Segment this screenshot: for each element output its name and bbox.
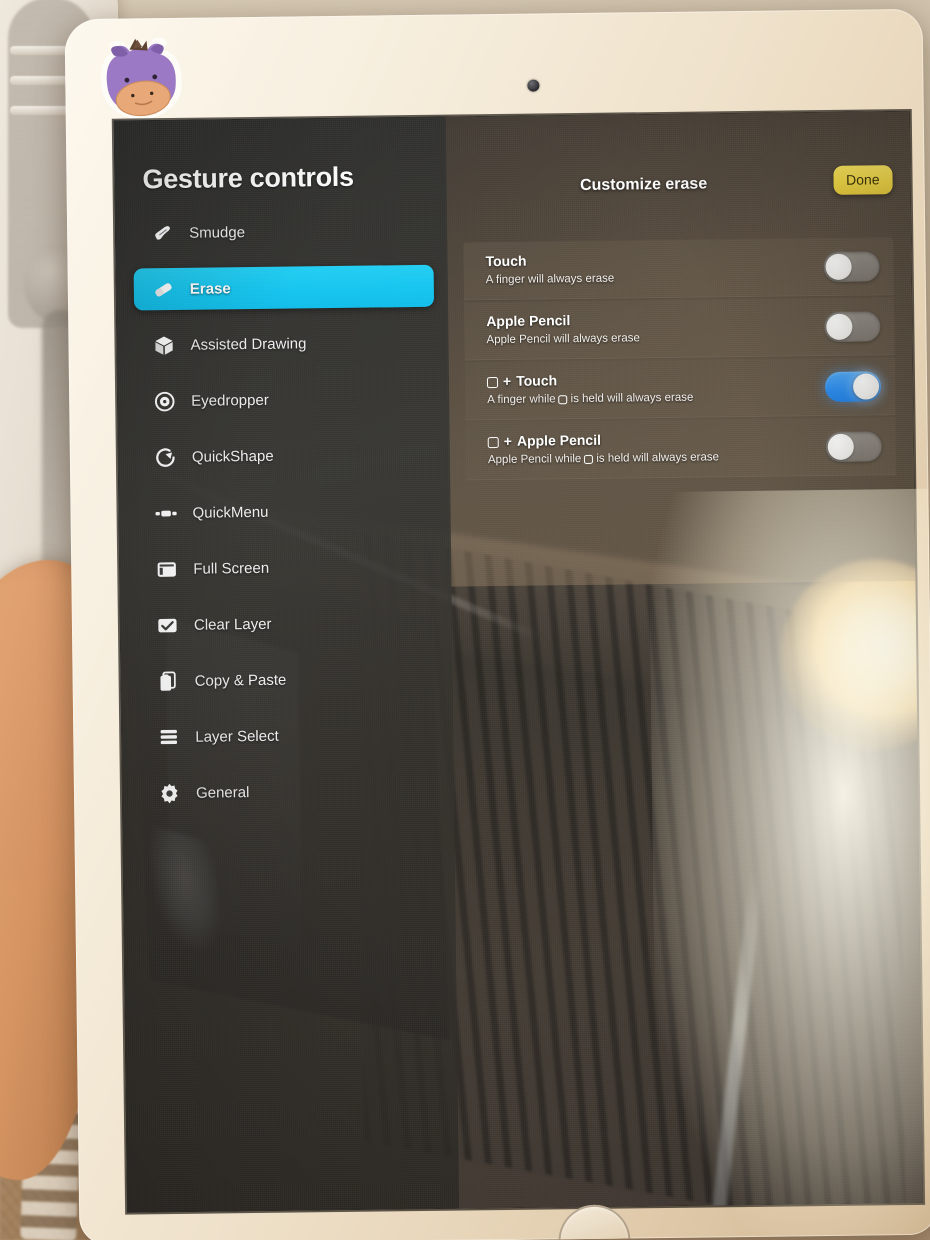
row-subtitle: A finger will always erase (486, 270, 824, 288)
sidebar-item-label: Eyedropper (191, 391, 269, 410)
row-title: + Apple Pencil (487, 429, 826, 451)
modifier-square-icon (558, 395, 568, 405)
row-subtitle: Apple Pencil will always erase (486, 330, 824, 348)
sidebar-item-smudge[interactable]: Smudge (133, 209, 439, 255)
customize-panel: Customize erase Done Touch A finger will… (446, 111, 923, 1209)
gesture-row-modifier-touch[interactable]: + Touch A finger while is held will alwa… (464, 357, 896, 421)
row-subtitle-text: A finger will always erase (485, 272, 615, 287)
sidebar-item-label: Layer Select (195, 727, 279, 746)
gesture-row-apple-pencil[interactable]: Apple Pencil Apple Pencil will always er… (464, 297, 895, 361)
row-subtitle: Apple Pencil while is held will always e… (488, 450, 826, 468)
smudge-icon (147, 220, 177, 246)
sidebar-nav: Smudge Erase Assisted Drawing Eyedropper… (115, 209, 455, 829)
sidebar: Gesture controls Smudge Erase Assisted D… (113, 116, 460, 1213)
cube-icon (148, 332, 178, 358)
row-title-plus: + (503, 433, 513, 450)
row-subtitle-text: Apple Pencil will always erase (486, 332, 640, 346)
row-title-label: Apple Pencil (516, 432, 602, 450)
row-subtitle-after: is held will always erase (596, 451, 720, 465)
sidebar-item-label: Smudge (189, 223, 246, 242)
row-text: Touch A finger will always erase (485, 249, 823, 287)
row-title-label: Apple Pencil (486, 312, 571, 330)
sidebar-item-full-screen[interactable]: Full Screen (137, 545, 443, 591)
sidebar-item-layer-select[interactable]: Layer Select (139, 713, 445, 759)
toggle-knob (826, 313, 853, 340)
sidebar-item-label: Erase (189, 279, 231, 298)
row-subtitle: A finger while is held will always erase (487, 390, 825, 408)
sidebar-item-erase[interactable]: Erase (133, 264, 435, 311)
ipad-device: Gesture controls Smudge Erase Assisted D… (64, 8, 930, 1240)
gesture-rows: Touch A finger will always erase Apple P… (463, 237, 897, 482)
sidebar-item-label: General (195, 783, 250, 802)
toggle-touch[interactable] (823, 250, 880, 282)
toggle-knob (852, 372, 880, 400)
row-title-plus: + (502, 373, 512, 390)
home-button[interactable] (558, 1204, 631, 1240)
sidebar-item-label: Assisted Drawing (190, 334, 307, 354)
fullscreen-icon (151, 556, 181, 582)
quickshape-icon (150, 444, 180, 470)
sidebar-item-label: QuickMenu (192, 503, 269, 522)
row-subtitle-after: is held will always erase (570, 391, 694, 405)
panel-header: Customize erase Done (446, 165, 911, 215)
modifier-square-icon (584, 455, 594, 465)
modifier-square-icon (487, 436, 499, 448)
row-subtitle-before: A finger while (487, 393, 556, 406)
sidebar-item-label: Copy & Paste (194, 671, 287, 690)
eeyore-sticker (93, 36, 192, 129)
sidebar-item-assisted-drawing[interactable]: Assisted Drawing (134, 321, 440, 367)
front-camera (527, 79, 540, 92)
toggle-modifier-touch[interactable] (824, 370, 882, 402)
checkbox-icon (152, 612, 182, 638)
row-text: + Touch A finger while is held will alwa… (486, 369, 825, 408)
sidebar-item-label: Clear Layer (193, 615, 272, 634)
row-title-label: Touch (516, 372, 558, 390)
layers-icon (153, 724, 183, 750)
gesture-row-modifier-apple-pencil[interactable]: + Apple Pencil Apple Pencil while is hel… (465, 417, 897, 481)
sidebar-item-copy-paste[interactable]: Copy & Paste (138, 657, 444, 703)
row-title-label: Touch (485, 253, 527, 270)
gesture-controls-ui: Gesture controls Smudge Erase Assisted D… (113, 111, 923, 1213)
photo-scene: Gesture controls Smudge Erase Assisted D… (0, 0, 930, 1240)
sidebar-item-quickmenu[interactable]: QuickMenu (136, 489, 442, 535)
modifier-square-icon (486, 376, 499, 388)
row-subtitle-before: Apple Pencil while (487, 452, 582, 466)
quickmenu-icon (150, 500, 180, 526)
done-button[interactable]: Done (832, 165, 893, 195)
toggle-knob (825, 253, 852, 280)
clipboard-icon (152, 668, 182, 694)
sidebar-item-eyedropper[interactable]: Eyedropper (135, 377, 441, 423)
ipad-screen: Gesture controls Smudge Erase Assisted D… (113, 110, 924, 1213)
row-title: Apple Pencil (486, 309, 824, 331)
eyedropper-icon (149, 388, 179, 414)
sidebar-item-clear-layer[interactable]: Clear Layer (138, 601, 444, 647)
eraser-icon (148, 276, 178, 302)
sidebar-item-label: QuickShape (191, 447, 274, 466)
sidebar-item-quickshape[interactable]: QuickShape (136, 433, 442, 479)
row-title: + Touch (486, 369, 825, 391)
toggle-knob (827, 433, 854, 460)
row-text: Apple Pencil Apple Pencil will always er… (486, 309, 824, 347)
sidebar-item-label: Full Screen (193, 559, 270, 578)
gesture-row-touch[interactable]: Touch A finger will always erase (463, 237, 894, 301)
page-title: Gesture controls (142, 161, 354, 195)
toggle-modifier-apple-pencil[interactable] (825, 430, 882, 462)
toggle-apple-pencil[interactable] (824, 310, 881, 342)
row-text: + Apple Pencil Apple Pencil while is hel… (487, 429, 826, 468)
row-title: Touch (485, 249, 823, 271)
gear-icon (154, 780, 184, 806)
sidebar-item-general[interactable]: General (140, 769, 446, 815)
